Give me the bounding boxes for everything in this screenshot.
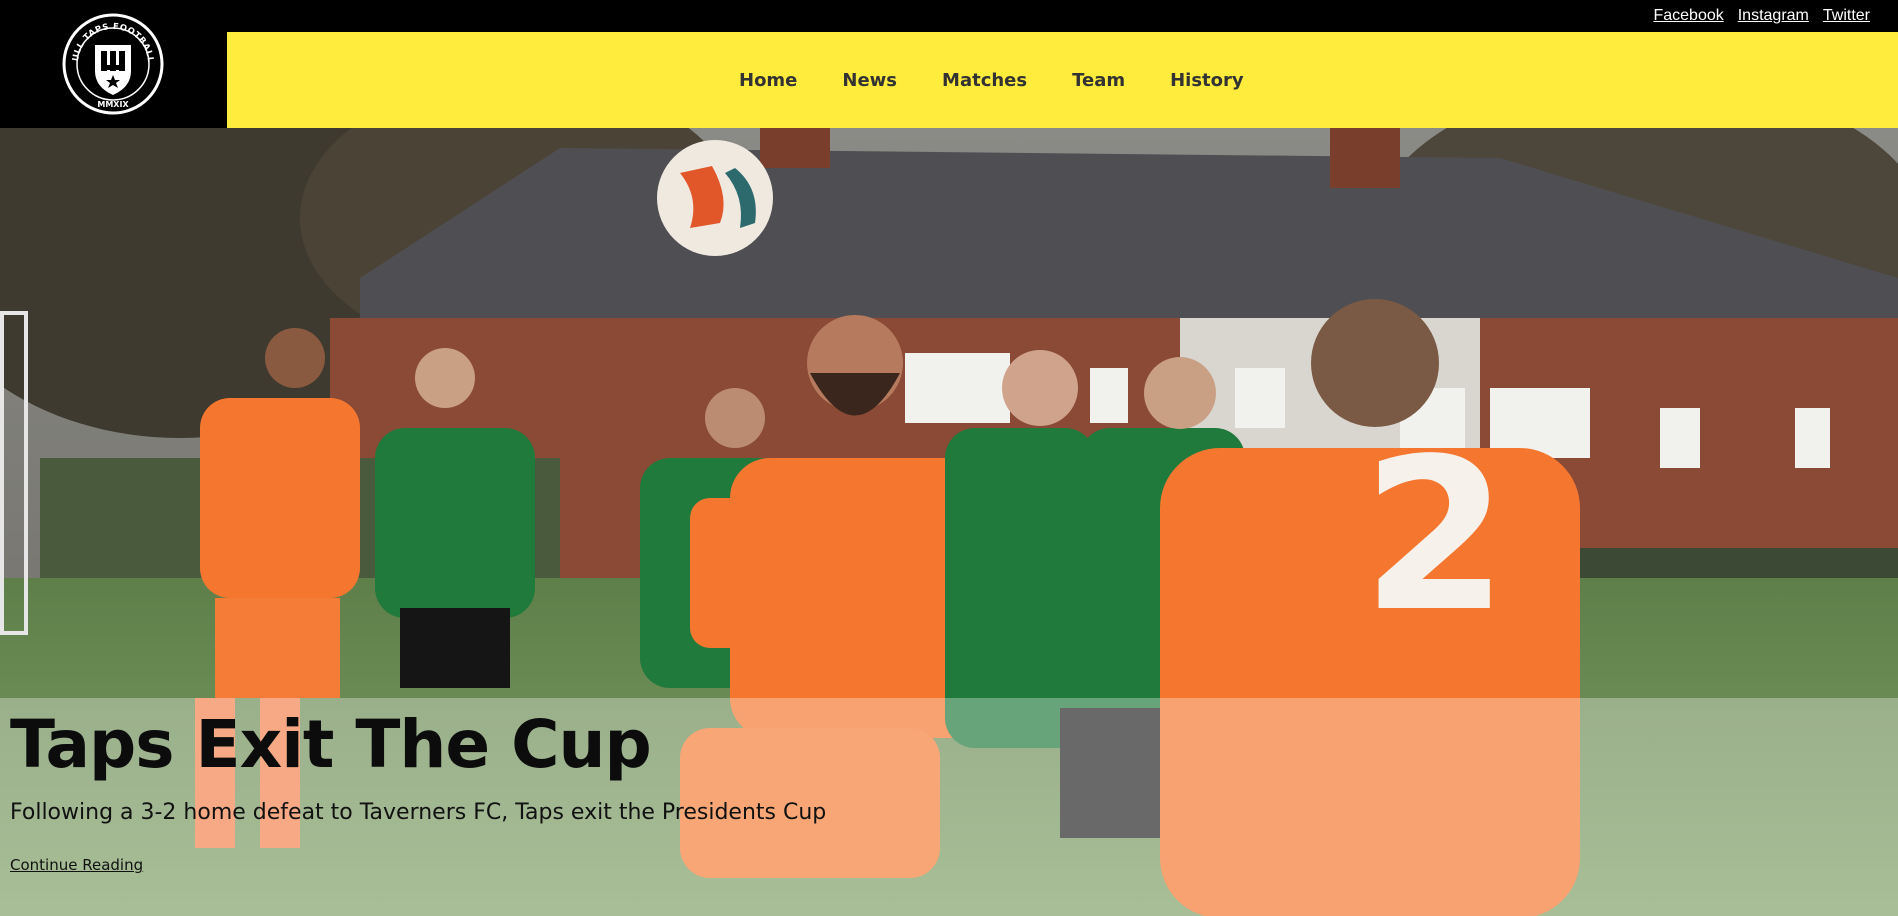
- nav-home[interactable]: Home: [739, 70, 797, 91]
- hero-section: 2 Taps Exit The Cup Following a 3-2 home…: [0, 128, 1898, 916]
- crest-year: MMXIX: [97, 100, 129, 109]
- hero-subtitle: Following a 3-2 home defeat to Taverners…: [10, 800, 827, 825]
- social-links: Facebook Instagram Twitter: [1653, 7, 1870, 25]
- hero-title[interactable]: Taps Exit The Cup: [10, 706, 652, 783]
- club-crest-logo[interactable]: SOLIHULL TAPS FOOTBALL CLUB MMXIX: [62, 13, 164, 115]
- continue-reading-link[interactable]: Continue Reading: [10, 856, 143, 874]
- nav-news[interactable]: News: [842, 70, 897, 91]
- logo-container[interactable]: SOLIHULL TAPS FOOTBALL CLUB MMXIX: [0, 0, 227, 128]
- twitter-link[interactable]: Twitter: [1823, 7, 1870, 25]
- facebook-link[interactable]: Facebook: [1653, 7, 1723, 25]
- shirt-number-graphic: 2: [1362, 413, 1508, 658]
- hero-caption: Taps Exit The Cup Following a 3-2 home d…: [0, 698, 1898, 916]
- site-header: SOLIHULL TAPS FOOTBALL CLUB MMXIX Facebo…: [0, 0, 1898, 128]
- main-nav: Home News Matches Team History: [739, 32, 1244, 128]
- nav-team[interactable]: Team: [1072, 70, 1125, 91]
- nav-matches[interactable]: Matches: [942, 70, 1027, 91]
- main-navbar: Home News Matches Team History: [227, 32, 1898, 128]
- instagram-link[interactable]: Instagram: [1738, 7, 1809, 25]
- nav-history[interactable]: History: [1170, 70, 1244, 91]
